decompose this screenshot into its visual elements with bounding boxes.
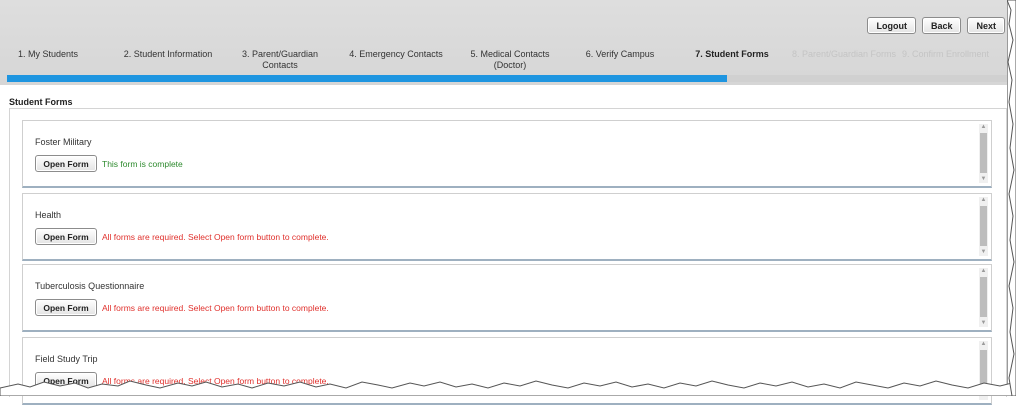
forms-panel: Foster Military Open Form This form is c… [9, 108, 1007, 405]
step-parent-guardian-forms: 8. Parent/Guardian Forms [791, 49, 897, 59]
scroll-up-icon[interactable]: ▲ [979, 268, 988, 275]
form-card: Health Open Form All forms are required.… [22, 193, 992, 261]
form-status: All forms are required. Select Open form… [102, 232, 329, 242]
wizard-progress-fill [7, 75, 727, 82]
step-student-forms[interactable]: 7. Student Forms [684, 49, 780, 60]
form-name: Tuberculosis Questionnaire [35, 281, 145, 291]
card-scrollbar[interactable]: ▲ ▼ [979, 124, 988, 183]
step-confirm-enrollment: 9. Confirm Enrollment [902, 49, 990, 59]
step-medical-contacts[interactable]: 5. Medical Contacts (Doctor) [462, 49, 558, 71]
form-card: Tuberculosis Questionnaire Open Form All… [22, 264, 992, 332]
next-button[interactable]: Next [967, 17, 1005, 34]
open-form-button[interactable]: Open Form [35, 155, 97, 172]
card-scrollbar[interactable]: ▲ ▼ [979, 268, 988, 327]
form-status: All forms are required. Select Open form… [102, 303, 329, 313]
open-form-button[interactable]: Open Form [35, 228, 97, 245]
step-emergency-contacts[interactable]: 4. Emergency Contacts [340, 49, 452, 60]
scroll-up-icon[interactable]: ▲ [979, 124, 988, 131]
scroll-thumb[interactable] [980, 206, 987, 246]
form-name: Foster Military [35, 137, 92, 147]
scroll-up-icon[interactable]: ▲ [979, 197, 988, 204]
logout-button[interactable]: Logout [867, 17, 916, 34]
form-name: Health [35, 210, 62, 220]
section-title: Student Forms [9, 97, 73, 107]
wizard-steps: 1. My Students 2. Student Information 3.… [0, 49, 1007, 73]
scroll-thumb[interactable] [980, 133, 987, 173]
scroll-down-icon[interactable]: ▼ [979, 249, 988, 256]
step-my-students[interactable]: 1. My Students [8, 49, 88, 60]
scroll-thumb[interactable] [980, 277, 987, 317]
wizard-header: Logout Back Next 1. My Students 2. Stude… [0, 0, 1007, 85]
open-form-button[interactable]: Open Form [35, 299, 97, 316]
step-student-information[interactable]: 2. Student Information [112, 49, 224, 60]
scroll-down-icon[interactable]: ▼ [979, 320, 988, 327]
card-scrollbar[interactable]: ▲ ▼ [979, 197, 988, 256]
step-verify-campus[interactable]: 6. Verify Campus [572, 49, 668, 60]
step-parent-guardian-contacts[interactable]: 3. Parent/Guardian Contacts [232, 49, 328, 71]
form-name: Field Study Trip [35, 354, 98, 364]
scroll-up-icon[interactable]: ▲ [979, 341, 988, 348]
torn-edge [0, 380, 1016, 396]
back-button[interactable]: Back [921, 17, 962, 34]
torn-right-edge [1007, 0, 1016, 396]
form-status: This form is complete [102, 159, 183, 169]
scroll-down-icon[interactable]: ▼ [979, 176, 988, 183]
header-actions: Logout Back Next [867, 17, 1005, 34]
form-card: Foster Military Open Form This form is c… [22, 120, 992, 188]
